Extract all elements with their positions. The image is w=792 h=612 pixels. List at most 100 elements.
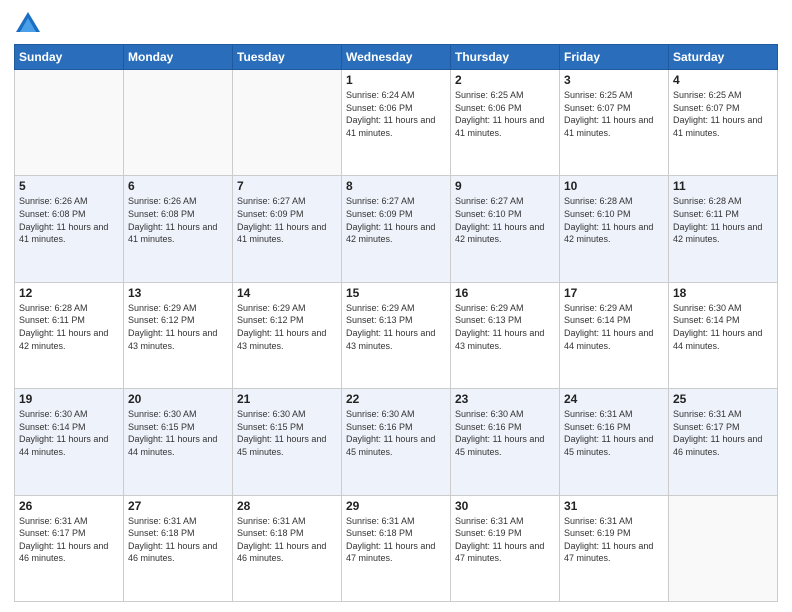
day-number: 21: [237, 392, 337, 406]
calendar-cell-day: 3 Sunrise: 6:25 AMSunset: 6:07 PMDaylight…: [560, 70, 669, 176]
day-info: Sunrise: 6:30 AMSunset: 6:16 PMDaylight:…: [346, 408, 446, 458]
calendar-cell-day: 23 Sunrise: 6:30 AMSunset: 6:16 PMDayligh…: [451, 389, 560, 495]
calendar-cell-day: 18 Sunrise: 6:30 AMSunset: 6:14 PMDayligh…: [669, 282, 778, 388]
day-number: 20: [128, 392, 228, 406]
day-number: 10: [564, 179, 664, 193]
day-info: Sunrise: 6:31 AMSunset: 6:17 PMDaylight:…: [19, 515, 119, 565]
day-number: 6: [128, 179, 228, 193]
calendar-cell-day: 10 Sunrise: 6:28 AMSunset: 6:10 PMDayligh…: [560, 176, 669, 282]
calendar-week-row: 12 Sunrise: 6:28 AMSunset: 6:11 PMDayligh…: [15, 282, 778, 388]
day-info: Sunrise: 6:30 AMSunset: 6:14 PMDaylight:…: [673, 302, 773, 352]
day-info: Sunrise: 6:28 AMSunset: 6:10 PMDaylight:…: [564, 195, 664, 245]
calendar-cell-empty: [15, 70, 124, 176]
calendar-cell-day: 19 Sunrise: 6:30 AMSunset: 6:14 PMDayligh…: [15, 389, 124, 495]
calendar-cell-day: 30 Sunrise: 6:31 AMSunset: 6:19 PMDayligh…: [451, 495, 560, 601]
calendar-cell-day: 16 Sunrise: 6:29 AMSunset: 6:13 PMDayligh…: [451, 282, 560, 388]
calendar-cell-empty: [233, 70, 342, 176]
logo-icon: [14, 10, 42, 38]
weekday-header-monday: Monday: [124, 45, 233, 70]
day-info: Sunrise: 6:31 AMSunset: 6:19 PMDaylight:…: [455, 515, 555, 565]
calendar-cell-day: 7Sunrise: 6:27 AMSunset: 6:09 PMDaylight…: [233, 176, 342, 282]
calendar-cell-day: 8Sunrise: 6:27 AMSunset: 6:09 PMDaylight…: [342, 176, 451, 282]
day-number: 13: [128, 286, 228, 300]
day-info: Sunrise: 6:30 AMSunset: 6:15 PMDaylight:…: [237, 408, 337, 458]
day-info: Sunrise: 6:25 AMSunset: 6:07 PMDaylight:…: [673, 89, 773, 139]
calendar-cell-day: 5Sunrise: 6:26 AMSunset: 6:08 PMDaylight…: [15, 176, 124, 282]
calendar-cell-day: 11 Sunrise: 6:28 AMSunset: 6:11 PMDayligh…: [669, 176, 778, 282]
day-number: 25: [673, 392, 773, 406]
day-number: 17: [564, 286, 664, 300]
calendar-cell-day: 20 Sunrise: 6:30 AMSunset: 6:15 PMDayligh…: [124, 389, 233, 495]
day-number: 11: [673, 179, 773, 193]
header: [14, 10, 778, 38]
day-number: 29: [346, 499, 446, 513]
day-info: Sunrise: 6:28 AMSunset: 6:11 PMDaylight:…: [19, 302, 119, 352]
page: SundayMondayTuesdayWednesdayThursdayFrid…: [0, 0, 792, 612]
day-info: Sunrise: 6:28 AMSunset: 6:11 PMDaylight:…: [673, 195, 773, 245]
day-info: Sunrise: 6:25 AMSunset: 6:07 PMDaylight:…: [564, 89, 664, 139]
day-info: Sunrise: 6:26 AMSunset: 6:08 PMDaylight:…: [19, 195, 119, 245]
weekday-header-sunday: Sunday: [15, 45, 124, 70]
day-number: 3: [564, 73, 664, 87]
calendar-cell-day: 12 Sunrise: 6:28 AMSunset: 6:11 PMDayligh…: [15, 282, 124, 388]
day-number: 15: [346, 286, 446, 300]
calendar-cell-day: 27 Sunrise: 6:31 AMSunset: 6:18 PMDayligh…: [124, 495, 233, 601]
day-info: Sunrise: 6:27 AMSunset: 6:09 PMDaylight:…: [237, 195, 337, 245]
logo: [14, 10, 44, 38]
day-number: 26: [19, 499, 119, 513]
day-number: 14: [237, 286, 337, 300]
day-number: 31: [564, 499, 664, 513]
day-number: 4: [673, 73, 773, 87]
day-number: 28: [237, 499, 337, 513]
day-info: Sunrise: 6:29 AMSunset: 6:12 PMDaylight:…: [237, 302, 337, 352]
day-info: Sunrise: 6:29 AMSunset: 6:13 PMDaylight:…: [346, 302, 446, 352]
day-info: Sunrise: 6:31 AMSunset: 6:19 PMDaylight:…: [564, 515, 664, 565]
calendar-week-row: 5Sunrise: 6:26 AMSunset: 6:08 PMDaylight…: [15, 176, 778, 282]
calendar-cell-day: 25Sunrise: 6:31 AMSunset: 6:17 PMDayligh…: [669, 389, 778, 495]
weekday-header-thursday: Thursday: [451, 45, 560, 70]
calendar-cell-day: 22Sunrise: 6:30 AMSunset: 6:16 PMDayligh…: [342, 389, 451, 495]
day-info: Sunrise: 6:25 AMSunset: 6:06 PMDaylight:…: [455, 89, 555, 139]
calendar-cell-empty: [124, 70, 233, 176]
calendar-table: SundayMondayTuesdayWednesdayThursdayFrid…: [14, 44, 778, 602]
day-info: Sunrise: 6:29 AMSunset: 6:14 PMDaylight:…: [564, 302, 664, 352]
day-number: 30: [455, 499, 555, 513]
day-info: Sunrise: 6:29 AMSunset: 6:12 PMDaylight:…: [128, 302, 228, 352]
weekday-header-wednesday: Wednesday: [342, 45, 451, 70]
calendar-cell-day: 1Sunrise: 6:24 AMSunset: 6:06 PMDaylight…: [342, 70, 451, 176]
calendar-week-row: 26 Sunrise: 6:31 AMSunset: 6:17 PMDayligh…: [15, 495, 778, 601]
day-number: 12: [19, 286, 119, 300]
calendar-cell-day: 13 Sunrise: 6:29 AMSunset: 6:12 PMDayligh…: [124, 282, 233, 388]
day-info: Sunrise: 6:26 AMSunset: 6:08 PMDaylight:…: [128, 195, 228, 245]
day-number: 27: [128, 499, 228, 513]
day-info: Sunrise: 6:29 AMSunset: 6:13 PMDaylight:…: [455, 302, 555, 352]
calendar-cell-day: 24 Sunrise: 6:31 AMSunset: 6:16 PMDayligh…: [560, 389, 669, 495]
day-number: 23: [455, 392, 555, 406]
calendar-cell-day: 9Sunrise: 6:27 AMSunset: 6:10 PMDaylight…: [451, 176, 560, 282]
day-info: Sunrise: 6:31 AMSunset: 6:18 PMDaylight:…: [128, 515, 228, 565]
day-info: Sunrise: 6:30 AMSunset: 6:14 PMDaylight:…: [19, 408, 119, 458]
day-number: 2: [455, 73, 555, 87]
calendar-week-row: 19 Sunrise: 6:30 AMSunset: 6:14 PMDayligh…: [15, 389, 778, 495]
day-info: Sunrise: 6:24 AMSunset: 6:06 PMDaylight:…: [346, 89, 446, 139]
day-info: Sunrise: 6:30 AMSunset: 6:16 PMDaylight:…: [455, 408, 555, 458]
day-info: Sunrise: 6:31 AMSunset: 6:18 PMDaylight:…: [346, 515, 446, 565]
day-info: Sunrise: 6:27 AMSunset: 6:10 PMDaylight:…: [455, 195, 555, 245]
day-info: Sunrise: 6:31 AMSunset: 6:18 PMDaylight:…: [237, 515, 337, 565]
calendar-cell-day: 21 Sunrise: 6:30 AMSunset: 6:15 PMDayligh…: [233, 389, 342, 495]
day-info: Sunrise: 6:30 AMSunset: 6:15 PMDaylight:…: [128, 408, 228, 458]
calendar-cell-day: 4 Sunrise: 6:25 AMSunset: 6:07 PMDaylight…: [669, 70, 778, 176]
day-number: 19: [19, 392, 119, 406]
calendar-cell-day: 31 Sunrise: 6:31 AMSunset: 6:19 PMDayligh…: [560, 495, 669, 601]
day-number: 18: [673, 286, 773, 300]
weekday-header-friday: Friday: [560, 45, 669, 70]
day-number: 16: [455, 286, 555, 300]
day-info: Sunrise: 6:27 AMSunset: 6:09 PMDaylight:…: [346, 195, 446, 245]
day-number: 24: [564, 392, 664, 406]
calendar-cell-day: 28 Sunrise: 6:31 AMSunset: 6:18 PMDayligh…: [233, 495, 342, 601]
calendar-cell-day: 29 Sunrise: 6:31 AMSunset: 6:18 PMDayligh…: [342, 495, 451, 601]
calendar-cell-day: 17 Sunrise: 6:29 AMSunset: 6:14 PMDayligh…: [560, 282, 669, 388]
calendar-week-row: 1Sunrise: 6:24 AMSunset: 6:06 PMDaylight…: [15, 70, 778, 176]
day-info: Sunrise: 6:31 AMSunset: 6:16 PMDaylight:…: [564, 408, 664, 458]
calendar-cell-day: 2 Sunrise: 6:25 AMSunset: 6:06 PMDaylight…: [451, 70, 560, 176]
